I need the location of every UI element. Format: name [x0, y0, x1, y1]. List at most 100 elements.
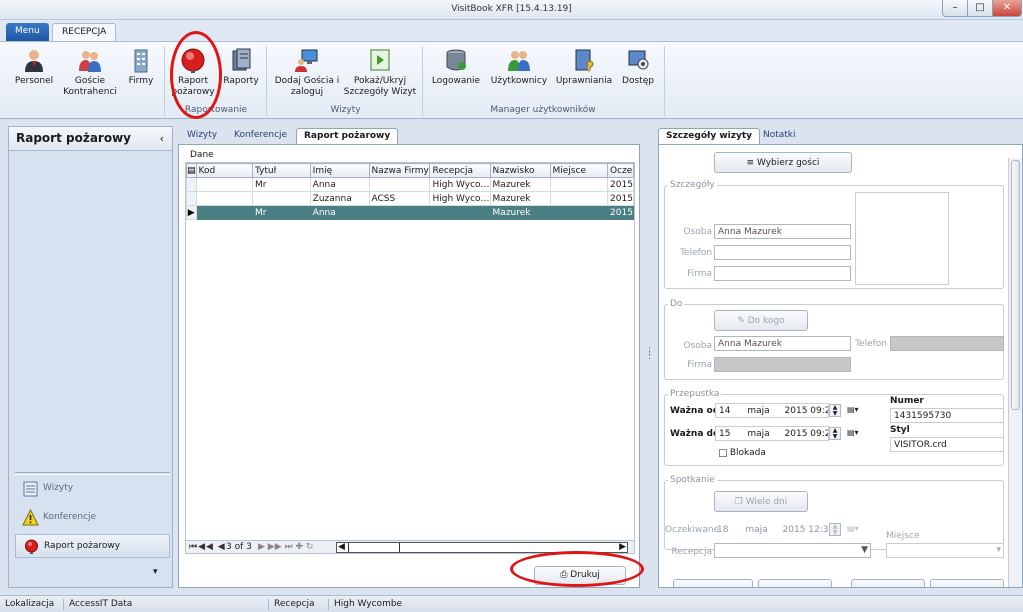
tab-raport-pozarowy[interactable]: Raport pożarowy	[296, 128, 399, 145]
styl-field[interactable]: VISITOR.crd	[890, 437, 1004, 452]
choose-guests-button[interactable]: ≡ Wybierz gości	[714, 152, 852, 173]
choose-guests-label: Wybierz gości	[756, 158, 820, 168]
vertical-scroll-thumb[interactable]	[1011, 160, 1020, 410]
nav-item-raport-pozarowy[interactable]: Raport pożarowy	[15, 534, 170, 558]
pager-nav-buttons[interactable]: ⏮◀◀ ◀	[189, 542, 226, 552]
cell: Mr	[251, 205, 311, 220]
do-kogo-button[interactable]: ✎ Do kogo	[714, 310, 808, 331]
col-tytul[interactable]: Tytuł	[251, 163, 311, 178]
pager-nav-right-buttons[interactable]: ▶ ▶▶ ⏭ ✚ ↻	[258, 542, 313, 552]
recepcja-select[interactable]: ▼	[714, 543, 871, 558]
nav-splitter[interactable]	[15, 472, 170, 475]
collapse-icon[interactable]: ‹	[160, 132, 164, 145]
telefon-field[interactable]	[714, 245, 851, 260]
do-day: 15	[719, 429, 731, 439]
partial-button-2[interactable]	[758, 579, 832, 587]
col-miejsce[interactable]: Miejsce	[549, 163, 609, 178]
uzytkownicy-button[interactable]: Użytkownicy	[488, 47, 550, 87]
numer-field[interactable]: 1431595730	[890, 408, 1004, 423]
ribbon: Personel Goście Kontrahenci Firmy Raport…	[0, 41, 1023, 119]
partial-button-1[interactable]	[673, 579, 753, 587]
tab-szczegoly-wizyty[interactable]: Szczegóły wizyty	[658, 128, 761, 145]
table-row[interactable]: Zuzanna ACSS High Wyco… Mazurek 2015	[186, 191, 634, 206]
oczekiwane-value: 18 maja 2015 12:31	[717, 525, 834, 535]
tab-konferencje[interactable]: Konferencje	[227, 128, 294, 145]
blokada-checkbox-box[interactable]	[719, 448, 727, 457]
nav-item-wizyty[interactable]: Wizyty	[15, 477, 170, 501]
cell: ACSS	[368, 191, 431, 206]
grid-pager: ⏮◀◀ ◀ 3 of 3 ▶ ▶▶ ⏭ ✚ ↻ ◀ ▶	[185, 540, 635, 554]
do-osoba-field[interactable]: Anna Mazurek	[714, 336, 851, 351]
horizontal-scrollbar[interactable]: ◀ ▶	[336, 542, 628, 553]
do-legend: Do	[668, 299, 685, 309]
tab-notatki[interactable]: Notatki	[756, 128, 803, 145]
tab-wizyty[interactable]: Wizyty	[180, 128, 224, 145]
scroll-thumb[interactable]	[348, 543, 400, 552]
do-spinner[interactable]: ▲ ▼	[829, 427, 841, 440]
cell	[549, 191, 609, 206]
pokaz-ukryj-button[interactable]: Pokaż/Ukryj Szczegóły Wizyt	[343, 47, 417, 98]
group-wizyty: Wizyty	[330, 105, 361, 115]
scroll-right-icon[interactable]: ▶	[619, 542, 626, 552]
od-calendar-dropdown-icon[interactable]: ▤▾	[847, 405, 867, 418]
row-indicator	[186, 177, 197, 192]
scroll-left-icon[interactable]: ◀	[338, 542, 345, 552]
uprawnienia-button[interactable]: Uprawniania	[554, 47, 614, 87]
wazna-do-label: Ważna do	[670, 429, 720, 439]
more-items-icon[interactable]: ▾	[153, 567, 158, 577]
status-recepcja-value: High Wycombe	[328, 599, 402, 610]
raport-pozarowy-button[interactable]: Raport pożarowy	[170, 47, 216, 98]
list-icon: ≡	[746, 158, 755, 168]
firmy-button[interactable]: Firmy	[122, 47, 160, 87]
wazna-od-date-field[interactable]: 14 maja 2015 09:28	[715, 403, 829, 418]
wiele-dni-button[interactable]: ❐ Wiele dni	[714, 491, 808, 512]
dostep-label: Dostęp	[622, 76, 654, 86]
maximize-button[interactable]: □	[967, 0, 993, 17]
ribbon-separator	[422, 46, 423, 116]
nav-item-label: Wizyty	[43, 483, 74, 493]
left-nav-panel: Raport pożarowy ‹ Wizyty Konferencje Rap…	[8, 126, 173, 588]
minimize-button[interactable]: –	[942, 0, 968, 17]
oczekiwane-day: 18	[717, 525, 729, 535]
print-button[interactable]: ⎙ Drukuj	[534, 566, 626, 585]
cell: 2015	[607, 205, 634, 220]
dostep-button[interactable]: Dostęp	[618, 47, 658, 87]
col-recepcja[interactable]: Recepcja	[429, 163, 491, 178]
col-imie[interactable]: Imię	[309, 163, 370, 178]
tab-recepcja[interactable]: RECEPCJA	[52, 23, 117, 42]
column-chooser-icon[interactable]: ▤	[186, 163, 197, 178]
col-nazwa-firmy[interactable]: Nazwa Firmy	[368, 163, 431, 178]
close-button[interactable]: ✕	[992, 0, 1022, 17]
status-location-value: AccessIT Data	[63, 599, 132, 610]
od-spinner[interactable]: ▲ ▼	[829, 404, 841, 417]
dodaj-goscia-button[interactable]: Dodaj Gościa i zaloguj	[274, 47, 340, 98]
blokada-checkbox[interactable]: Blokada	[719, 448, 766, 458]
table-row[interactable]: Mr Anna High Wyco… Mazurek 2015	[186, 177, 634, 192]
col-oczekiwane[interactable]: Ocze	[607, 163, 634, 178]
group-raportowanie: Raportowanie	[184, 105, 248, 115]
menu-tab[interactable]: Menu	[6, 23, 49, 42]
goscie-kontrahenci-button[interactable]: Goście Kontrahenci	[62, 47, 118, 98]
nav-item-konferencje[interactable]: Konferencje	[15, 506, 170, 530]
partial-button-4[interactable]	[930, 579, 1004, 587]
miejsce-select[interactable]: ▾	[886, 543, 1004, 558]
personel-button[interactable]: Personel	[10, 47, 58, 87]
firma-label: Firma	[687, 269, 712, 279]
grid-caption: Dane	[190, 150, 214, 160]
col-kod[interactable]: Kod	[195, 163, 253, 178]
table-row-selected[interactable]: ▶ Mr Anna Mazurek 2015	[186, 205, 634, 220]
visit-details-panel: ≡ Wybierz gości Szczegóły Osoba Anna Maz…	[658, 144, 1023, 588]
do-calendar-dropdown-icon[interactable]: ▤▾	[847, 428, 867, 441]
vertical-scrollbar[interactable]	[1008, 158, 1022, 587]
col-nazwisko[interactable]: Nazwisko	[489, 163, 551, 178]
wazna-do-date-field[interactable]: 15 maja 2015 09:28	[715, 426, 829, 441]
oczekiwane-month: maja	[745, 525, 768, 535]
firma-field[interactable]	[714, 266, 851, 281]
partial-button-3[interactable]	[851, 579, 925, 587]
raporty-button[interactable]: Raporty	[220, 47, 262, 87]
logowanie-button[interactable]: Logowanie	[428, 47, 484, 87]
oczekiwane-time: 2015 12:31	[782, 525, 835, 535]
panel-splitter[interactable]: ⋮ ⋮	[645, 348, 654, 374]
printer-icon: ⎙	[560, 570, 568, 580]
osoba-field[interactable]: Anna Mazurek	[714, 224, 851, 239]
